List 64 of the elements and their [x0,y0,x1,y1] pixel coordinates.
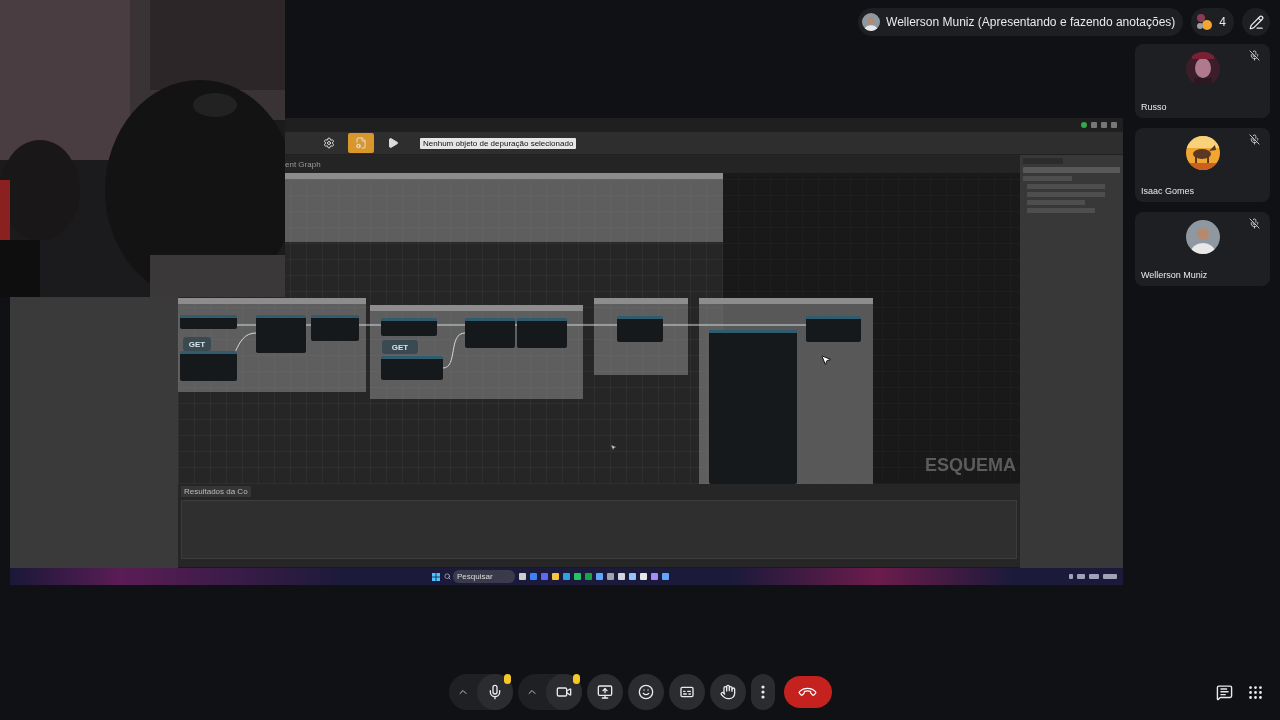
get-node: GET [183,337,211,351]
participants-button[interactable]: 4 [1191,8,1234,36]
wire [566,324,618,326]
activities-button[interactable] [1247,683,1264,701]
windows-icon[interactable] [432,572,440,581]
leave-call-button[interactable] [783,676,832,708]
debug-object-dropdown[interactable]: Nenhum objeto de depuração selecionado [420,137,577,149]
clock-icon[interactable] [1103,574,1117,579]
captions-button[interactable] [668,674,705,710]
graph-node [617,316,663,342]
participant-avatars-icon [1195,13,1214,31]
graph-label: ESQUEMA [925,455,1016,476]
graph-tab-title: ent Graph [285,159,321,169]
maximize-icon [1101,122,1107,128]
participant-name: Russo [1141,102,1167,112]
graph-node [180,315,237,329]
graph-node [381,318,437,336]
wire [236,324,257,326]
cursor-icon [610,444,617,451]
graph-node [256,315,306,353]
hand-icon [719,684,736,700]
document-gear-icon [355,137,367,149]
camera-button[interactable] [545,674,582,710]
wire [358,324,382,326]
more-options-button[interactable] [750,674,775,710]
microphone-button[interactable] [476,674,513,710]
reactions-button[interactable] [627,674,664,710]
play-icon [387,137,399,149]
details-search-field[interactable] [1023,167,1120,173]
minimize-icon [1091,122,1097,128]
participant-name: Isaac Gomes [1141,186,1195,196]
chat-icon [1216,683,1233,701]
present-button[interactable] [586,674,623,710]
present-screen-icon [596,684,613,700]
taskbar-search-field[interactable]: Pesquisar [453,570,515,583]
graph-node [311,315,359,341]
wire [436,324,466,326]
participant-name: Wellerson Muniz [1141,270,1208,280]
presenter-name: Wellerson Muniz (Apresentando e fazendo anotações) [886,15,1176,29]
graph-node [465,318,515,348]
annotate-button[interactable] [1242,8,1270,36]
close-icon [1111,122,1117,128]
graph-node [806,316,861,342]
results-tab[interactable]: Resultados da Co [181,486,251,497]
raise-hand-button[interactable] [709,674,746,710]
gear-icon [323,137,335,149]
wire [305,324,312,326]
smiley-icon [637,684,654,700]
cursor-icon [820,354,832,366]
wire [514,324,518,326]
search-icon [444,573,451,580]
pen-icon [1248,14,1264,30]
graph-node [180,351,237,381]
chat-button[interactable] [1216,683,1233,701]
grid-icon [1247,683,1264,701]
graph-node [517,318,567,348]
wire [442,332,466,369]
status-dot-icon [1081,122,1087,128]
graph-node [381,356,443,380]
participant-count: 4 [1219,15,1226,29]
camera-icon [555,684,572,700]
get-node: GET [382,340,418,354]
more-icon [760,685,765,699]
captions-icon [678,684,695,700]
